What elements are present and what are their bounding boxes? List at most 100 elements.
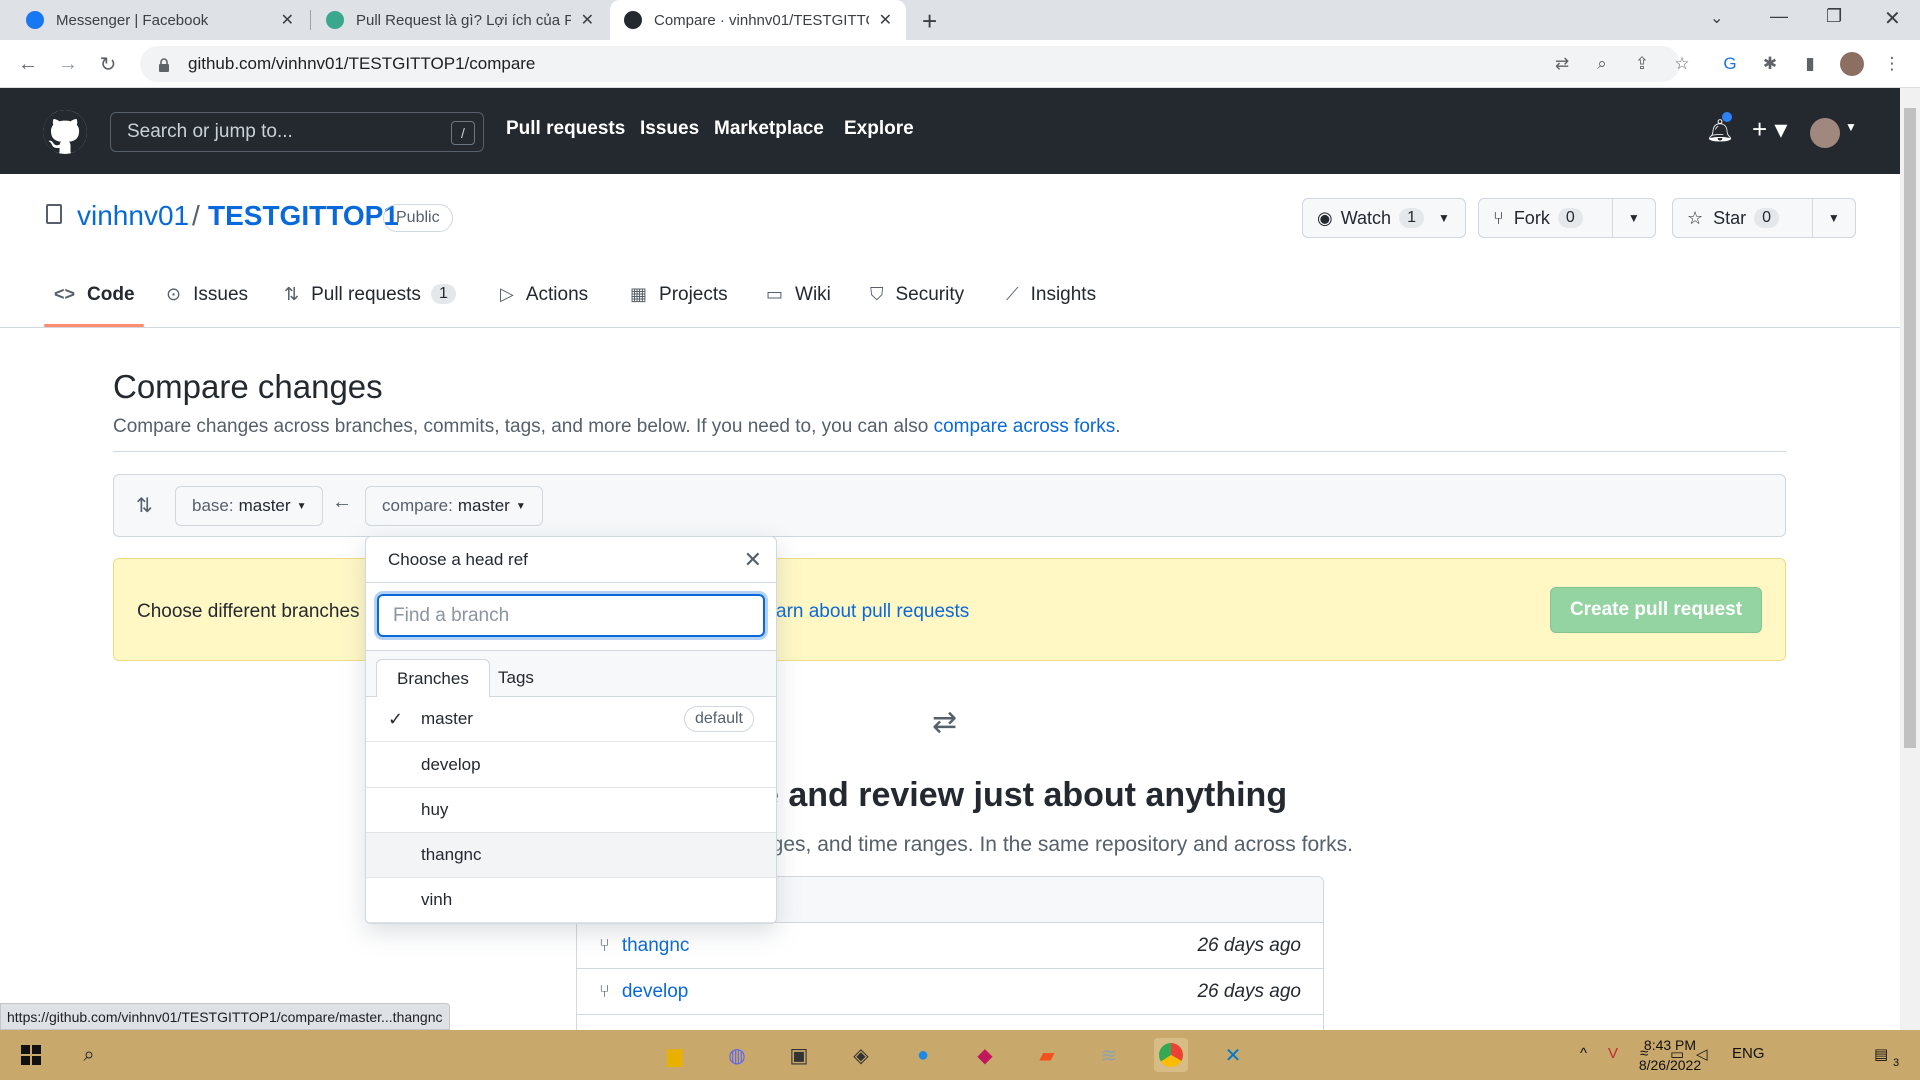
window-close-icon[interactable]: ✕ [1884, 6, 1901, 31]
base-branch-select[interactable]: base: master ▼ [175, 486, 324, 526]
tab-tags[interactable]: Tags [478, 659, 554, 697]
bookmark-star-icon[interactable]: ☆ [1670, 52, 1694, 76]
fork-label: Fork [1513, 207, 1550, 228]
nav-explore[interactable]: Explore [844, 118, 914, 140]
extensions-icon[interactable]: ✱ [1758, 52, 1782, 76]
zoom-icon[interactable]: ⌕ [1590, 52, 1614, 76]
url-text: github.com/vinhnv01/TESTGITTOP1/compare [188, 54, 536, 73]
tab-pull-requests[interactable]: ⇅ Pull requests 1 [284, 284, 456, 328]
discord-icon[interactable]: ◍ [720, 1038, 754, 1072]
browser-tab-messenger[interactable]: Messenger | Facebook ✕ [12, 0, 308, 40]
find-branch-input[interactable] [377, 594, 765, 637]
unity-icon[interactable]: ◈ [844, 1038, 878, 1072]
branch-item-vinh[interactable]: vinh [366, 878, 776, 923]
tab-projects[interactable]: ▦ Projects [630, 284, 728, 328]
star-main[interactable]: ☆ Star 0 [1673, 199, 1812, 237]
branch-name-link[interactable]: develop [622, 981, 1198, 1003]
chevron-down-icon[interactable]: ▼ [1845, 120, 1857, 134]
google-translate-extension-icon[interactable]: G [1718, 52, 1742, 76]
nav-issues[interactable]: Issues [640, 118, 699, 140]
language-indicator[interactable]: ENG [1732, 1045, 1765, 1062]
facebook-icon [26, 11, 44, 29]
sublime-icon[interactable]: ▰ [1030, 1038, 1064, 1072]
github-logo-icon[interactable] [43, 110, 87, 154]
tab-label: Insights [1030, 284, 1097, 305]
create-new-plus-icon[interactable]: + ▾ [1752, 114, 1787, 145]
branch-name: vinh [421, 890, 453, 909]
play-icon: ▷ [500, 284, 514, 304]
tab-actions[interactable]: ▷ Actions [500, 284, 588, 328]
branch-name-link[interactable]: thangnc [622, 935, 1198, 957]
menu-icon[interactable]: ⋮ [1880, 52, 1904, 76]
close-icon[interactable]: ✕ [744, 547, 762, 573]
close-icon[interactable]: ✕ [879, 10, 892, 30]
close-icon[interactable]: ✕ [581, 10, 594, 30]
user-avatar[interactable] [1810, 118, 1840, 148]
side-panel-icon[interactable]: ▮ [1798, 52, 1822, 76]
forward-icon[interactable]: → [52, 48, 84, 80]
branch-item-thangnc[interactable]: thangnc [366, 833, 776, 878]
profile-avatar[interactable] [1840, 52, 1864, 76]
close-icon[interactable]: ✕ [281, 10, 294, 30]
tray-chevron-icon[interactable]: ^ [1580, 1045, 1587, 1062]
clock-date: 8/26/2022 [1638, 1057, 1702, 1073]
list-item[interactable]: ⑂ develop 26 days ago [577, 969, 1323, 1015]
address-bar[interactable]: github.com/vinhnv01/TESTGITTOP1/compare [140, 46, 1680, 82]
tab-branches[interactable]: Branches [376, 659, 490, 697]
tab-wiki[interactable]: ▭ Wiki [766, 284, 831, 328]
page-scrollbar[interactable] [1900, 88, 1920, 1030]
tab-issues[interactable]: ⊙ Issues [166, 284, 248, 328]
filter-wrapper [366, 583, 776, 651]
github-search-input[interactable]: Search or jump to... / [110, 112, 484, 152]
create-pull-request-button[interactable]: Create pull request [1550, 587, 1762, 633]
fork-dropdown-icon[interactable]: ▼ [1611, 199, 1655, 237]
notification-center-icon[interactable]: ▤ [1874, 1045, 1888, 1063]
learn-about-pull-requests-link[interactable]: arn about pull requests [776, 601, 969, 623]
browser-tab-compare[interactable]: Compare · vinhnv01/TESTGITTOP ✕ [610, 0, 906, 40]
share-icon[interactable]: ⇪ [1630, 52, 1654, 76]
maps-pin-icon[interactable]: ● [906, 1038, 940, 1072]
database-icon[interactable]: ≋ [1092, 1038, 1126, 1072]
back-icon[interactable]: ← [12, 48, 44, 80]
branch-item-develop[interactable]: develop [366, 743, 776, 788]
scrollbar-thumb[interactable] [1904, 108, 1916, 748]
nav-pull-requests[interactable]: Pull requests [506, 118, 625, 140]
browser-tab-pull-request-article[interactable]: Pull Request là gì? Lợi ích của Pul ✕ [312, 0, 608, 40]
new-tab-icon[interactable]: + [922, 6, 937, 37]
branch-item-huy[interactable]: huy [366, 788, 776, 833]
git-compare-icon: ⇄ [932, 706, 958, 739]
arrow-left-icon: ← [332, 491, 352, 513]
system-clock[interactable]: 8:43 PM 8/26/2022 [1615, 1035, 1725, 1075]
site-icon [326, 11, 344, 29]
translate-icon[interactable]: ⇄ [1550, 52, 1574, 76]
maximize-icon[interactable]: ❐ [1826, 6, 1842, 27]
branch-item-master[interactable]: ✓ master default [366, 697, 776, 742]
book-icon: ▭ [766, 284, 784, 304]
vscode-icon[interactable]: ✕ [1216, 1038, 1250, 1072]
tab-security[interactable]: ⛉ Security [870, 284, 964, 328]
nav-marketplace[interactable]: Marketplace [714, 118, 824, 140]
minimize-icon[interactable]: — [1770, 6, 1788, 27]
jetbrains-icon[interactable]: ◆ [968, 1038, 1002, 1072]
star-dropdown-icon[interactable]: ▼ [1811, 199, 1855, 237]
search-icon[interactable]: ⌕ [72, 1038, 106, 1072]
watch-count: 1 [1399, 208, 1424, 228]
watch-button[interactable]: ◉ Watch 1 ▼ [1302, 198, 1466, 238]
notification-bell-icon[interactable]: 🔔︎ [1706, 118, 1734, 144]
fork-main[interactable]: ⑂ Fork 0 [1479, 199, 1612, 237]
zalo-icon[interactable]: ▣ [782, 1038, 816, 1072]
list-item[interactable]: ⑂ thangnc 26 days ago [577, 923, 1323, 969]
star-button[interactable]: ☆ Star 0 ▼ [1672, 198, 1856, 238]
tab-insights[interactable]: ⟋ Insights [1006, 284, 1096, 328]
windows-start-icon[interactable] [14, 1038, 48, 1072]
repo-owner-link[interactable]: vinhnv01 [77, 200, 189, 232]
reload-icon[interactable]: ↻ [92, 48, 124, 80]
compare-across-forks-link[interactable]: compare across forks [934, 416, 1116, 437]
tab-code[interactable]: <> Code [54, 284, 135, 328]
fork-button[interactable]: ⑂ Fork 0 ▼ [1478, 198, 1656, 238]
repo-name-link[interactable]: TESTGITTOP1 [208, 200, 399, 232]
chrome-icon[interactable] [1154, 1038, 1188, 1072]
compare-branch-select[interactable]: compare: master ▼ [365, 486, 543, 526]
tab-search-icon[interactable]: ⌄ [1710, 8, 1723, 28]
file-explorer-icon[interactable]: ▆ [658, 1038, 692, 1072]
